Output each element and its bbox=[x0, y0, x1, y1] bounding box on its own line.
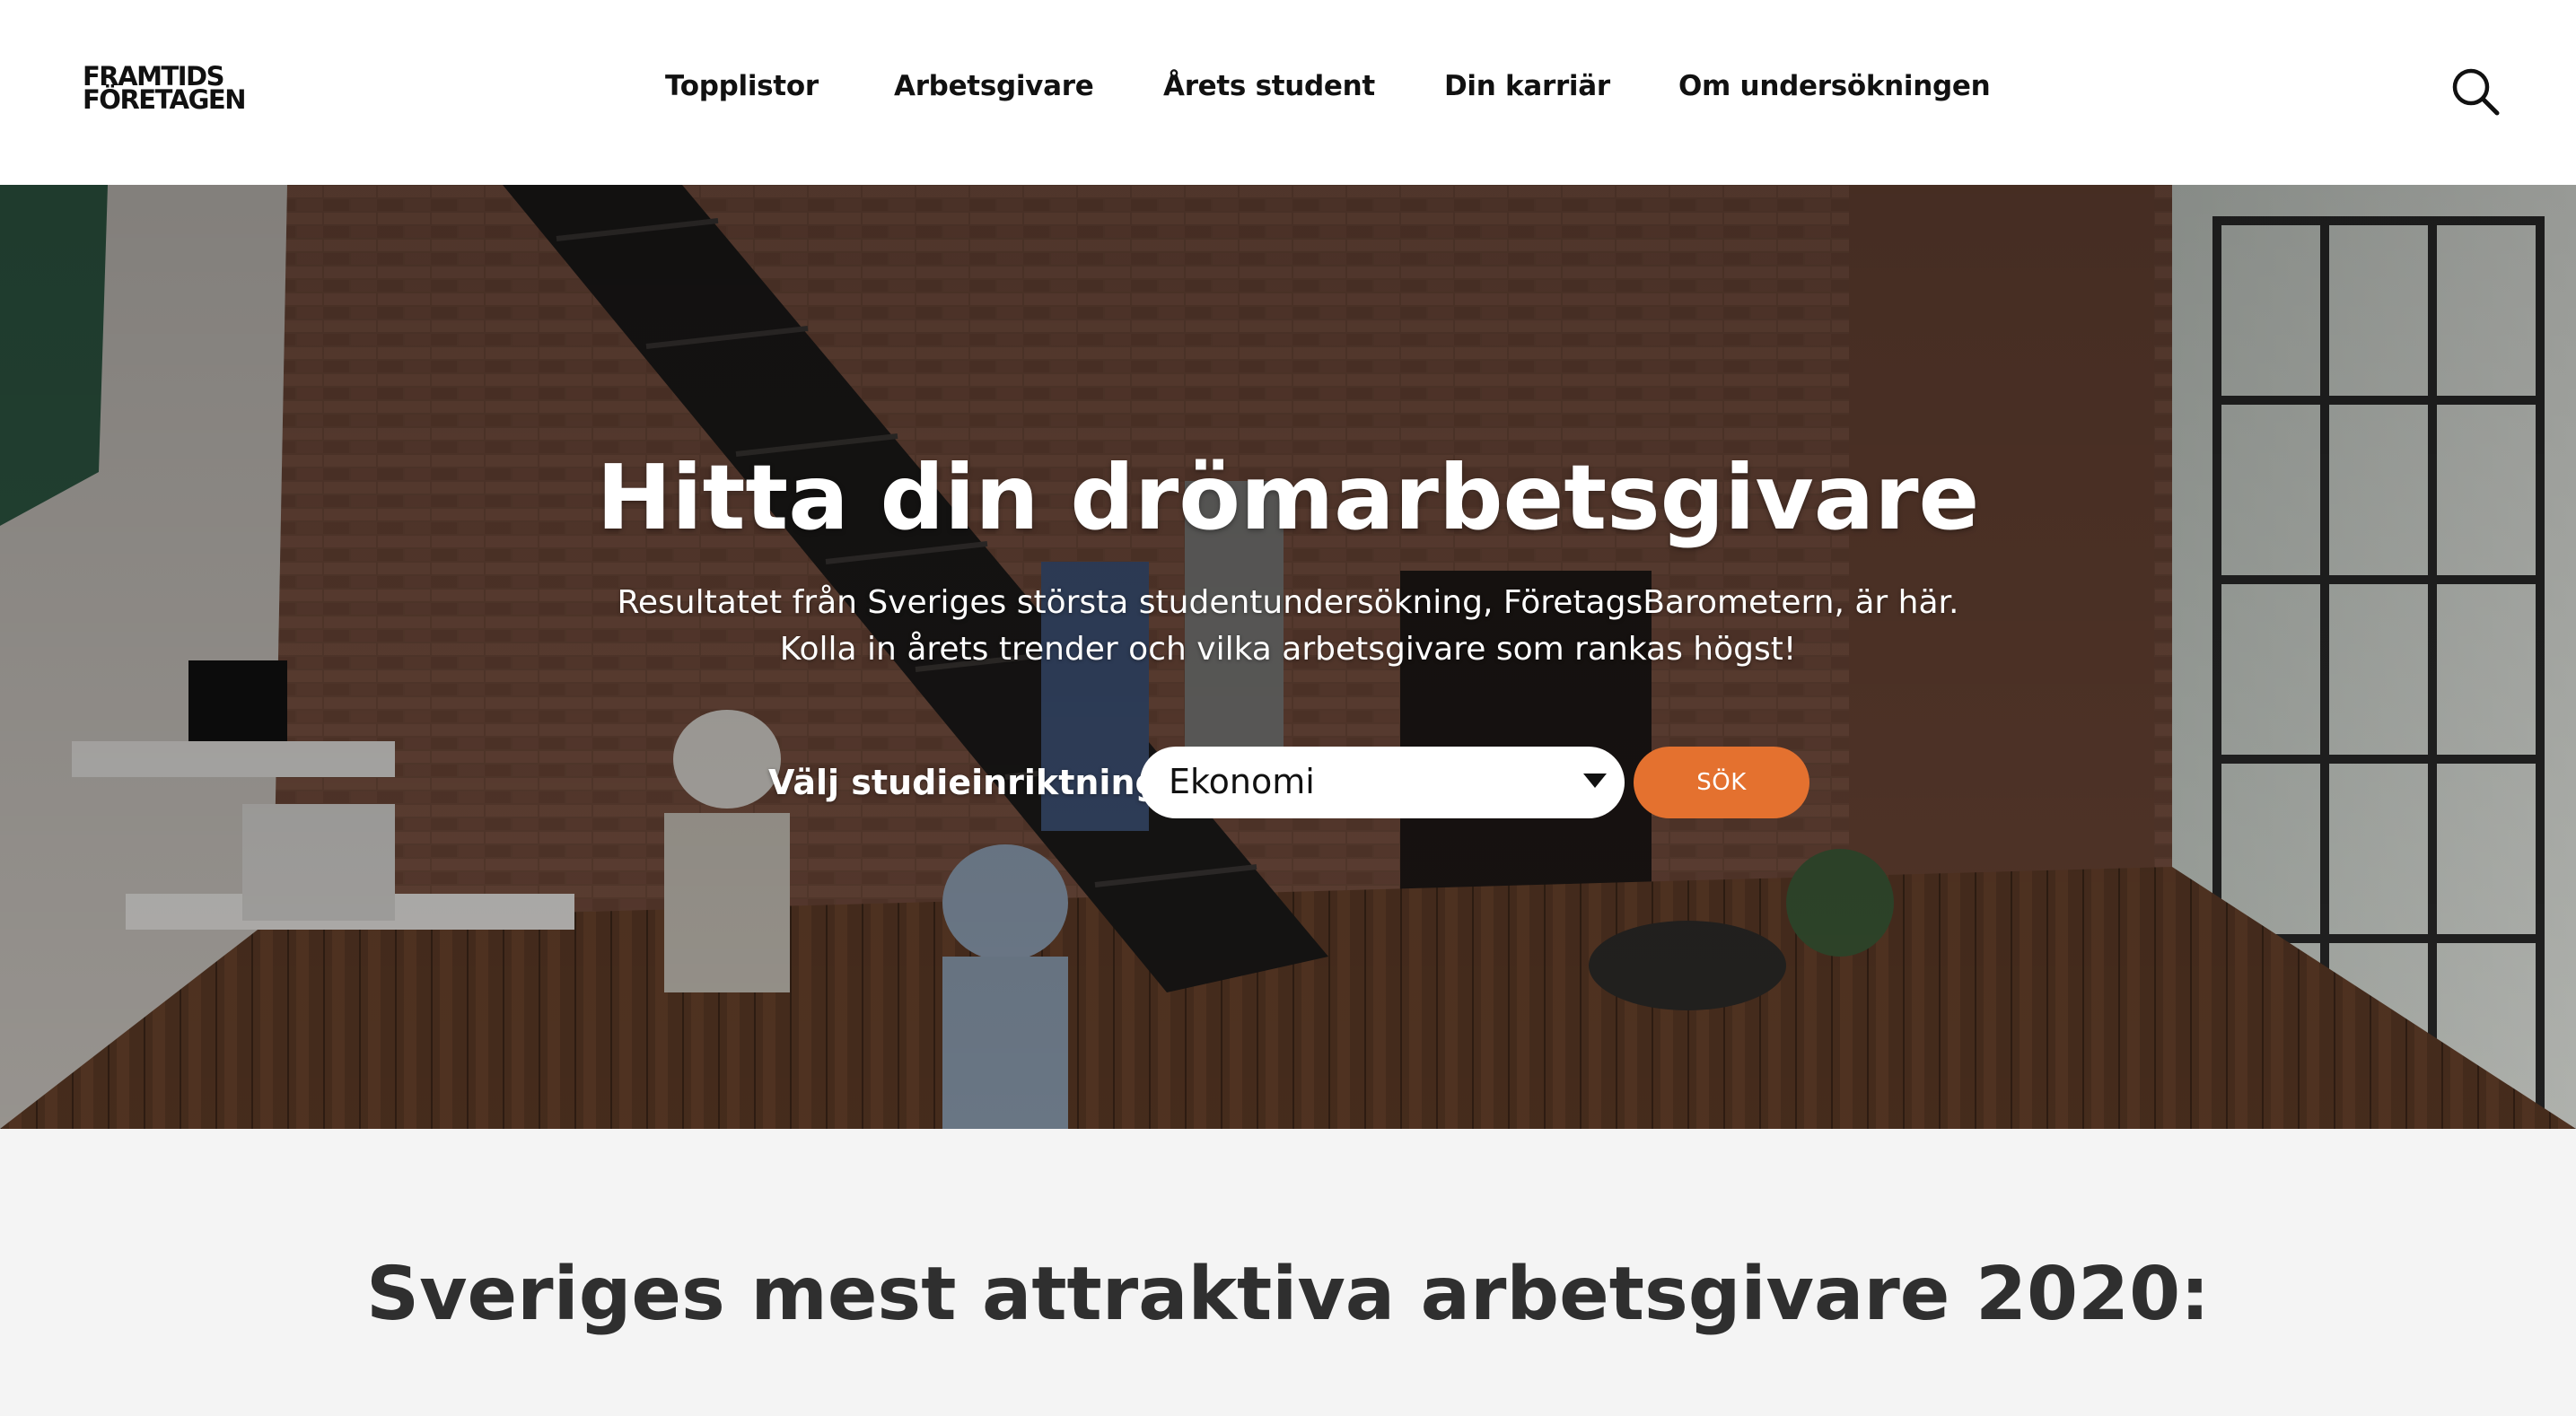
section-title: Sveriges mest attraktiva arbetsgivare 20… bbox=[366, 1252, 2210, 1337]
hero-content: Hitta din drömarbetsgivare Resultatet fr… bbox=[0, 185, 2576, 1129]
hero-banner: Hitta din drömarbetsgivare Resultatet fr… bbox=[0, 185, 2576, 1129]
hero-title: Hitta din drömarbetsgivare bbox=[596, 445, 1980, 550]
search-submit-button[interactable]: SÖK bbox=[1634, 747, 1809, 818]
chevron-down-icon bbox=[1583, 774, 1607, 788]
study-field-select[interactable]: Ekonomi bbox=[1140, 747, 1625, 818]
study-field-selected-value: Ekonomi bbox=[1169, 762, 1315, 801]
hero-subtitle: Resultatet från Sveriges största student… bbox=[617, 584, 1959, 668]
nav-item-arbetsgivare[interactable]: Arbetsgivare bbox=[894, 70, 1094, 102]
search-icon[interactable] bbox=[2450, 66, 2501, 117]
nav-item-om-undersokningen[interactable]: Om undersökningen bbox=[1678, 70, 1991, 102]
nav-item-topplistor[interactable]: Topplistor bbox=[665, 70, 819, 102]
nav-item-arets-student[interactable]: Årets student bbox=[1163, 70, 1375, 102]
site-header: FRAMTIDS FÖRETAGEN Topplistor Arbetsgiva… bbox=[0, 0, 2576, 185]
study-field-label: Välj studieinriktning bbox=[768, 763, 1160, 802]
nav-item-din-karriar[interactable]: Din karriär bbox=[1444, 70, 1610, 102]
main-nav: Topplistor Arbetsgivare Årets student Di… bbox=[0, 70, 2576, 109]
